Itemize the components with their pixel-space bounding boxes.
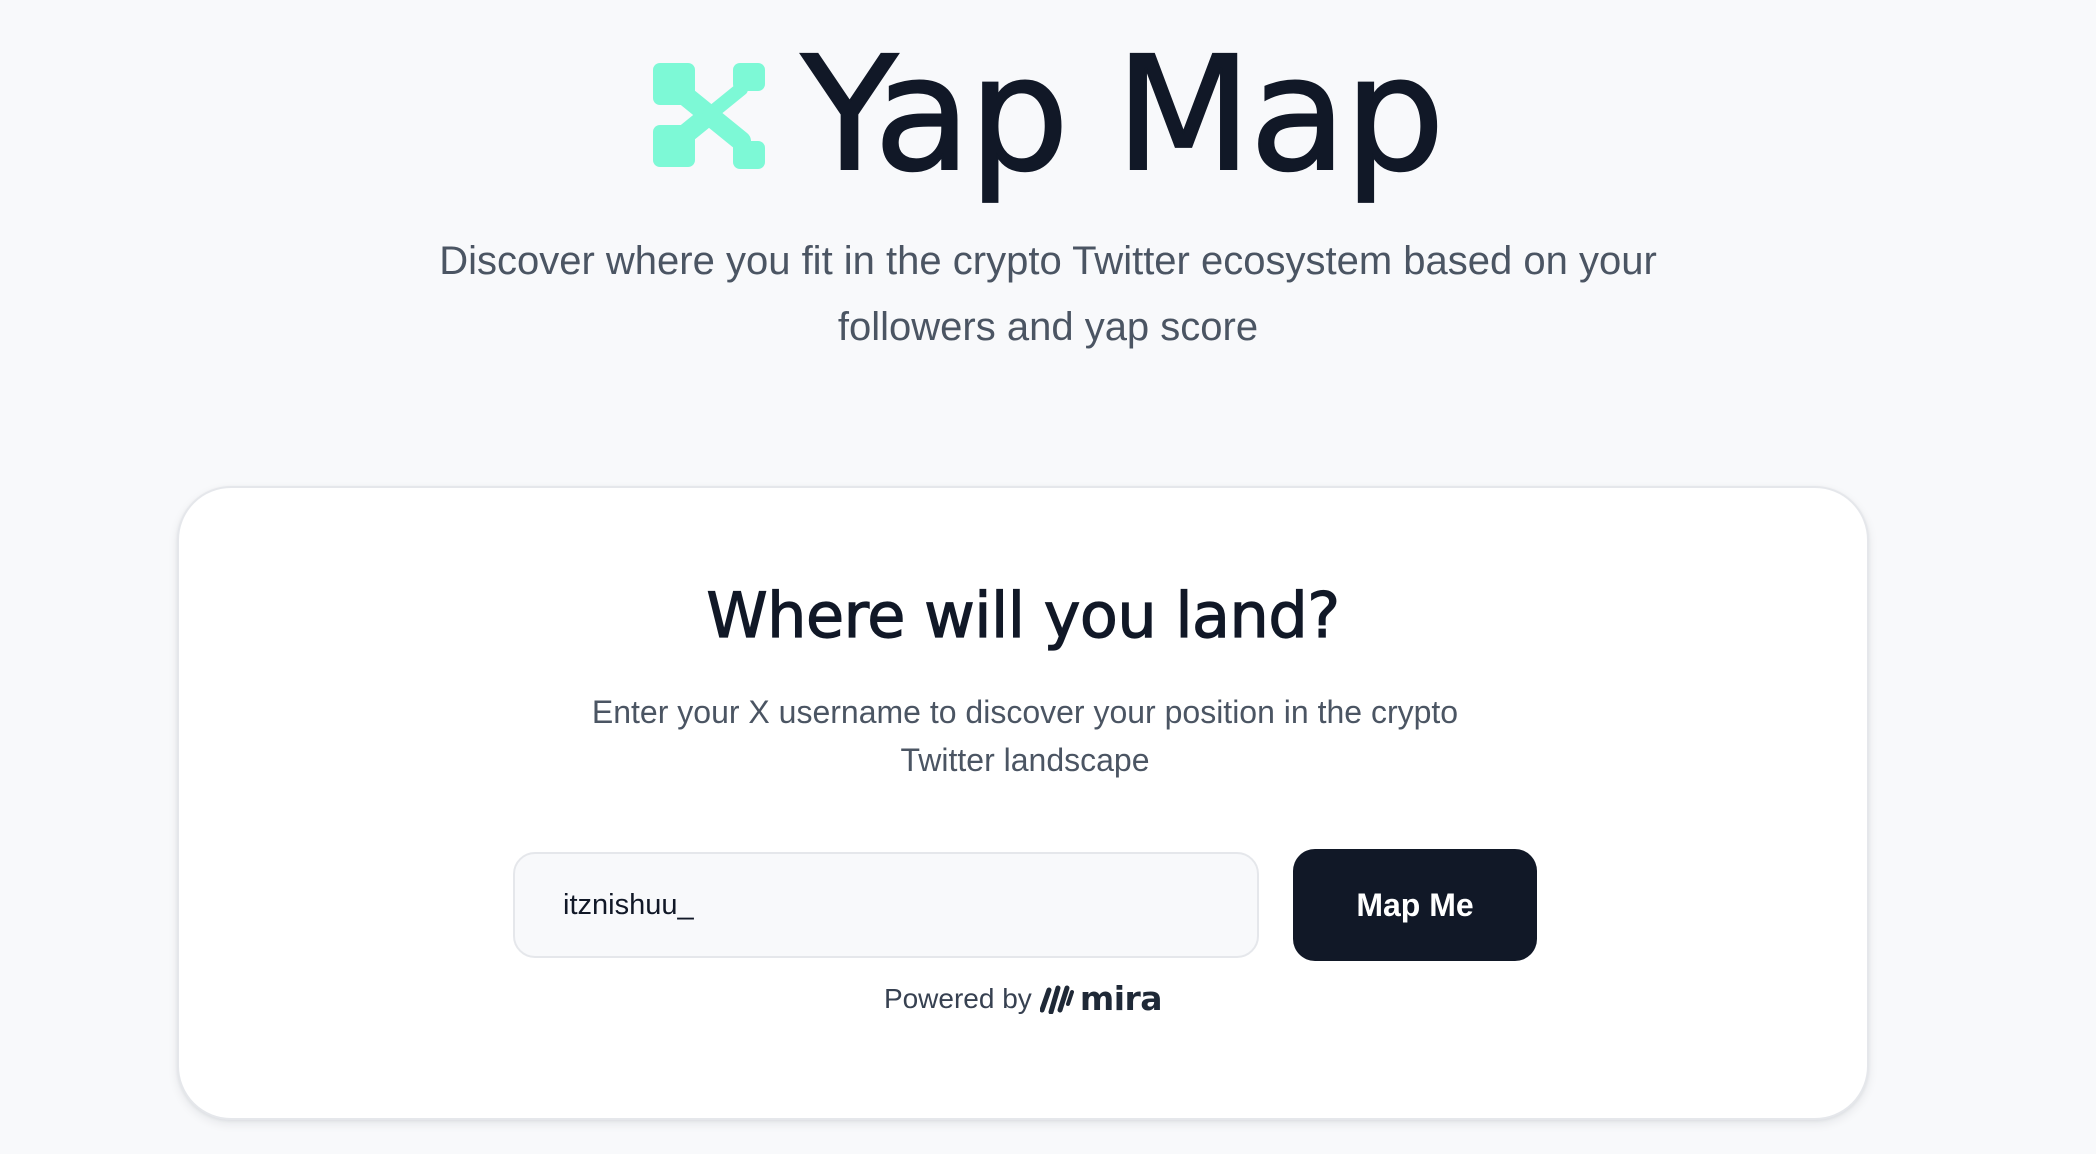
search-form: Map Me xyxy=(513,849,1537,961)
username-input[interactable] xyxy=(513,852,1259,958)
hero-tagline: Discover where you fit in the crypto Twi… xyxy=(439,239,1657,349)
search-card: Where will you land? Enter your X userna… xyxy=(177,486,1869,1120)
hero-header: Yap Map xyxy=(0,23,2096,207)
mira-wordmark: mira xyxy=(1079,979,1163,1018)
mira-logo: mira xyxy=(1039,979,1163,1018)
powered-by: Powered by mira xyxy=(179,982,1867,1015)
network-nodes-icon xyxy=(653,63,766,169)
brand: Yap Map xyxy=(653,23,1446,207)
app-title: Yap Map xyxy=(800,23,1446,207)
map-me-button[interactable]: Map Me xyxy=(1293,849,1537,961)
card-heading: Where will you land? xyxy=(706,579,1341,652)
mira-stripes-icon xyxy=(1039,985,1074,1014)
powered-by-label: Powered by xyxy=(883,982,1032,1014)
card-description: Enter your X username to discover your p… xyxy=(591,694,1459,778)
